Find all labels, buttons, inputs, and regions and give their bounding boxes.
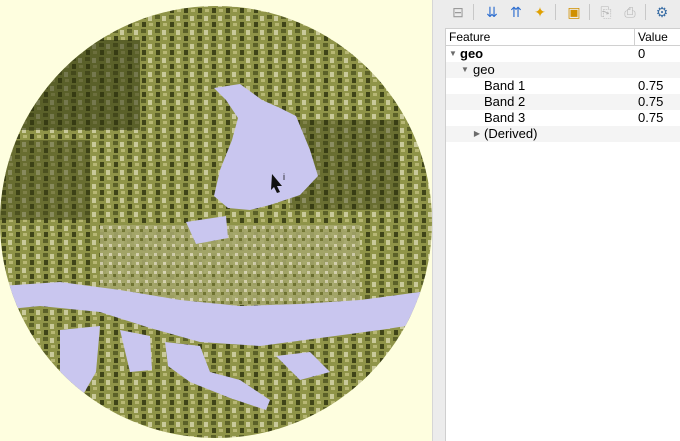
- attribute-label: Band 2: [484, 94, 526, 109]
- print-icon[interactable]: ⎙: [619, 2, 641, 22]
- feature-value: 0: [638, 46, 646, 61]
- derived-label: (Derived): [484, 126, 538, 141]
- tree-row-band[interactable]: Band 3 0.75: [446, 110, 680, 126]
- expand-new-results-icon[interactable]: ⊟: [447, 2, 469, 22]
- tree-row-band[interactable]: Band 1 0.75: [446, 78, 680, 94]
- tree-header: Feature Value: [446, 29, 680, 46]
- tree-row-band[interactable]: Band 2 0.75: [446, 94, 680, 110]
- tree-row-layer[interactable]: ▼ geo 0: [446, 46, 680, 62]
- toolbar-separator: [473, 4, 474, 20]
- tree-row-derived[interactable]: ▶ (Derived): [446, 126, 680, 142]
- copy-feature-icon[interactable]: ⎘: [595, 2, 617, 22]
- results-tree[interactable]: Feature Value ▼ geo 0 ▼ geo Band 1 0.75 …: [445, 28, 680, 441]
- attribute-value: 0.75: [638, 94, 664, 109]
- toolbar-separator: [645, 4, 646, 20]
- identify-results-panel: ⊟ ⇊ ⇈ ✦ ▣ ⎘ ⎙ ⚙ Feature Value ▼ geo 0 ▼ …: [443, 0, 680, 441]
- raster-map: i: [0, 6, 432, 438]
- value-column-header[interactable]: Value: [634, 29, 680, 45]
- collapsed-arrow-icon[interactable]: ▶: [472, 126, 482, 142]
- expand-tree-star-icon[interactable]: ✦: [529, 2, 551, 22]
- expand-arrow-icon[interactable]: ▼: [460, 62, 470, 78]
- feature-column-header[interactable]: Feature: [446, 29, 635, 45]
- identify-toolbar: ⊟ ⇊ ⇈ ✦ ▣ ⎘ ⎙ ⚙: [443, 0, 680, 26]
- attribute-label: Band 1: [484, 78, 526, 93]
- collapse-all-icon[interactable]: ⇈: [505, 2, 527, 22]
- clear-results-icon[interactable]: ▣: [563, 2, 585, 22]
- attribute-label: Band 3: [484, 110, 526, 125]
- svg-text:i: i: [283, 172, 285, 182]
- feature-label: geo: [460, 46, 484, 61]
- tree-row-feature[interactable]: ▼ geo: [446, 62, 680, 78]
- toolbar-separator: [555, 4, 556, 20]
- attribute-value: 0.75: [638, 78, 664, 93]
- map-canvas[interactable]: i: [0, 0, 432, 441]
- toolbar-separator: [589, 4, 590, 20]
- identify-settings-icon[interactable]: ⚙: [651, 2, 673, 22]
- expand-arrow-icon[interactable]: ▼: [448, 46, 458, 62]
- panel-splitter[interactable]: [432, 0, 443, 441]
- attribute-value: 0.75: [638, 110, 664, 125]
- expand-all-icon[interactable]: ⇊: [481, 2, 503, 22]
- feature-label: geo: [473, 62, 495, 77]
